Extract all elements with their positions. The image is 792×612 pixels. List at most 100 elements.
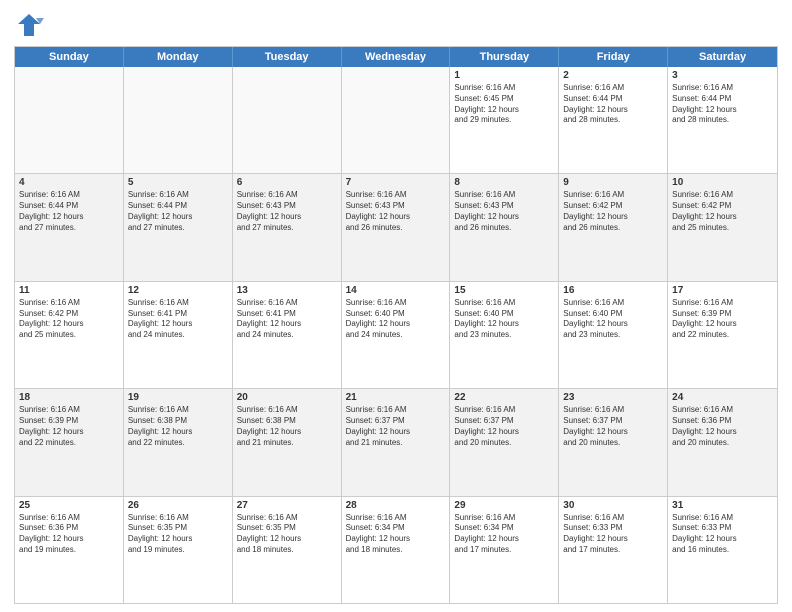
calendar-week-1: 1 Sunrise: 6:16 AM Sunset: 6:45 PM Daylig… — [15, 67, 777, 174]
calendar-cell: 16Sunrise: 6:16 AM Sunset: 6:40 PM Dayli… — [559, 282, 668, 388]
day-info: Sunrise: 6:16 AM Sunset: 6:41 PM Dayligh… — [237, 298, 337, 341]
weekday-header-wednesday: Wednesday — [342, 47, 451, 67]
weekday-header-thursday: Thursday — [450, 47, 559, 67]
calendar-cell: 31 Sunrise: 6:16 AM Sunset: 6:33 PM Dayli… — [668, 497, 777, 603]
weekday-header-friday: Friday — [559, 47, 668, 67]
calendar-cell: 1 Sunrise: 6:16 AM Sunset: 6:45 PM Daylig… — [450, 67, 559, 173]
day-info: Sunrise: 6:16 AM Sunset: 6:41 PM Dayligh… — [128, 298, 228, 341]
day-info: Sunrise: 6:16 AM Sunset: 6:44 PM Dayligh… — [563, 83, 663, 126]
day-info: Sunrise: 6:16 AM Sunset: 6:40 PM Dayligh… — [454, 298, 554, 341]
calendar-body: 1 Sunrise: 6:16 AM Sunset: 6:45 PM Daylig… — [15, 67, 777, 603]
calendar-cell: 17Sunrise: 6:16 AM Sunset: 6:39 PM Dayli… — [668, 282, 777, 388]
day-number: 13 — [237, 285, 337, 296]
day-number: 10 — [672, 177, 773, 188]
calendar-cell: 18 Sunrise: 6:16 AM Sunset: 6:39 PM Dayli… — [15, 389, 124, 495]
calendar-cell: 23 Sunrise: 6:16 AM Sunset: 6:37 PM Dayli… — [559, 389, 668, 495]
logo-icon — [14, 10, 44, 40]
weekday-header-monday: Monday — [124, 47, 233, 67]
day-info: Sunrise: 6:16 AM Sunset: 6:42 PM Dayligh… — [672, 190, 773, 233]
calendar-cell — [233, 67, 342, 173]
calendar-cell: 6Sunrise: 6:16 AM Sunset: 6:43 PM Daylig… — [233, 174, 342, 280]
calendar-cell: 7 Sunrise: 6:16 AM Sunset: 6:43 PM Daylig… — [342, 174, 451, 280]
header — [14, 10, 778, 40]
day-number: 21 — [346, 392, 446, 403]
calendar-week-5: 25 Sunrise: 6:16 AM Sunset: 6:36 PM Dayli… — [15, 497, 777, 603]
day-number: 15 — [454, 285, 554, 296]
day-info: Sunrise: 6:16 AM Sunset: 6:45 PM Dayligh… — [454, 83, 554, 126]
day-number: 18 — [19, 392, 119, 403]
day-info: Sunrise: 6:16 AM Sunset: 6:44 PM Dayligh… — [672, 83, 773, 126]
day-info: Sunrise: 6:16 AM Sunset: 6:35 PM Dayligh… — [128, 513, 228, 556]
day-info: Sunrise: 6:16 AM Sunset: 6:42 PM Dayligh… — [563, 190, 663, 233]
day-number: 22 — [454, 392, 554, 403]
calendar-week-4: 18 Sunrise: 6:16 AM Sunset: 6:39 PM Dayli… — [15, 389, 777, 496]
day-info: Sunrise: 6:16 AM Sunset: 6:43 PM Dayligh… — [346, 190, 446, 233]
weekday-header-saturday: Saturday — [668, 47, 777, 67]
calendar-cell: 24 Sunrise: 6:16 AM Sunset: 6:36 PM Dayli… — [668, 389, 777, 495]
calendar-cell: 19 Sunrise: 6:16 AM Sunset: 6:38 PM Dayli… — [124, 389, 233, 495]
calendar-cell: 13 Sunrise: 6:16 AM Sunset: 6:41 PM Dayli… — [233, 282, 342, 388]
day-number: 24 — [672, 392, 773, 403]
day-info: Sunrise: 6:16 AM Sunset: 6:39 PM Dayligh… — [19, 405, 119, 448]
day-number: 26 — [128, 500, 228, 511]
day-info: Sunrise: 6:16 AM Sunset: 6:37 PM Dayligh… — [563, 405, 663, 448]
day-number: 31 — [672, 500, 773, 511]
calendar-cell: 14 Sunrise: 6:16 AM Sunset: 6:40 PM Dayli… — [342, 282, 451, 388]
calendar-cell — [124, 67, 233, 173]
calendar-cell: 3 Sunrise: 6:16 AM Sunset: 6:44 PM Daylig… — [668, 67, 777, 173]
day-number: 12 — [128, 285, 228, 296]
day-info: Sunrise: 6:16 AM Sunset: 6:44 PM Dayligh… — [128, 190, 228, 233]
calendar-cell: 20Sunrise: 6:16 AM Sunset: 6:38 PM Dayli… — [233, 389, 342, 495]
calendar-cell: 22 Sunrise: 6:16 AM Sunset: 6:37 PM Dayli… — [450, 389, 559, 495]
day-info: Sunrise: 6:16 AM Sunset: 6:44 PM Dayligh… — [19, 190, 119, 233]
day-info: Sunrise: 6:16 AM Sunset: 6:36 PM Dayligh… — [672, 405, 773, 448]
calendar-cell: 25 Sunrise: 6:16 AM Sunset: 6:36 PM Dayli… — [15, 497, 124, 603]
day-info: Sunrise: 6:16 AM Sunset: 6:37 PM Dayligh… — [454, 405, 554, 448]
calendar-cell — [15, 67, 124, 173]
calendar-cell: 2Sunrise: 6:16 AM Sunset: 6:44 PM Daylig… — [559, 67, 668, 173]
day-info: Sunrise: 6:16 AM Sunset: 6:40 PM Dayligh… — [563, 298, 663, 341]
calendar-cell: 26 Sunrise: 6:16 AM Sunset: 6:35 PM Dayli… — [124, 497, 233, 603]
logo — [14, 10, 48, 40]
day-number: 4 — [19, 177, 119, 188]
day-info: Sunrise: 6:16 AM Sunset: 6:38 PM Dayligh… — [128, 405, 228, 448]
calendar-cell: 28Sunrise: 6:16 AM Sunset: 6:34 PM Dayli… — [342, 497, 451, 603]
day-info: Sunrise: 6:16 AM Sunset: 6:37 PM Dayligh… — [346, 405, 446, 448]
day-number: 29 — [454, 500, 554, 511]
calendar-cell: 9 Sunrise: 6:16 AM Sunset: 6:42 PM Daylig… — [559, 174, 668, 280]
day-info: Sunrise: 6:16 AM Sunset: 6:42 PM Dayligh… — [19, 298, 119, 341]
calendar: SundayMondayTuesdayWednesdayThursdayFrid… — [14, 46, 778, 604]
day-number: 1 — [454, 70, 554, 81]
weekday-header-sunday: Sunday — [15, 47, 124, 67]
calendar-cell — [342, 67, 451, 173]
calendar-cell: 10 Sunrise: 6:16 AM Sunset: 6:42 PM Dayli… — [668, 174, 777, 280]
calendar-week-3: 11 Sunrise: 6:16 AM Sunset: 6:42 PM Dayli… — [15, 282, 777, 389]
day-info: Sunrise: 6:16 AM Sunset: 6:36 PM Dayligh… — [19, 513, 119, 556]
calendar-cell: 27Sunrise: 6:16 AM Sunset: 6:35 PM Dayli… — [233, 497, 342, 603]
day-number: 30 — [563, 500, 663, 511]
day-info: Sunrise: 6:16 AM Sunset: 6:39 PM Dayligh… — [672, 298, 773, 341]
day-number: 9 — [563, 177, 663, 188]
day-info: Sunrise: 6:16 AM Sunset: 6:33 PM Dayligh… — [672, 513, 773, 556]
calendar-cell: 30 Sunrise: 6:16 AM Sunset: 6:33 PM Dayli… — [559, 497, 668, 603]
day-number: 5 — [128, 177, 228, 188]
day-info: Sunrise: 6:16 AM Sunset: 6:43 PM Dayligh… — [237, 190, 337, 233]
day-info: Sunrise: 6:16 AM Sunset: 6:33 PM Dayligh… — [563, 513, 663, 556]
calendar-cell: 5 Sunrise: 6:16 AM Sunset: 6:44 PM Daylig… — [124, 174, 233, 280]
day-info: Sunrise: 6:16 AM Sunset: 6:43 PM Dayligh… — [454, 190, 554, 233]
day-info: Sunrise: 6:16 AM Sunset: 6:34 PM Dayligh… — [454, 513, 554, 556]
day-info: Sunrise: 6:16 AM Sunset: 6:35 PM Dayligh… — [237, 513, 337, 556]
calendar-cell: 8Sunrise: 6:16 AM Sunset: 6:43 PM Daylig… — [450, 174, 559, 280]
page: SundayMondayTuesdayWednesdayThursdayFrid… — [0, 0, 792, 612]
day-number: 23 — [563, 392, 663, 403]
calendar-week-2: 4 Sunrise: 6:16 AM Sunset: 6:44 PM Daylig… — [15, 174, 777, 281]
day-number: 3 — [672, 70, 773, 81]
day-number: 14 — [346, 285, 446, 296]
day-info: Sunrise: 6:16 AM Sunset: 6:40 PM Dayligh… — [346, 298, 446, 341]
calendar-cell: 12 Sunrise: 6:16 AM Sunset: 6:41 PM Dayli… — [124, 282, 233, 388]
day-number: 20 — [237, 392, 337, 403]
day-number: 19 — [128, 392, 228, 403]
day-number: 25 — [19, 500, 119, 511]
day-number: 7 — [346, 177, 446, 188]
day-number: 11 — [19, 285, 119, 296]
